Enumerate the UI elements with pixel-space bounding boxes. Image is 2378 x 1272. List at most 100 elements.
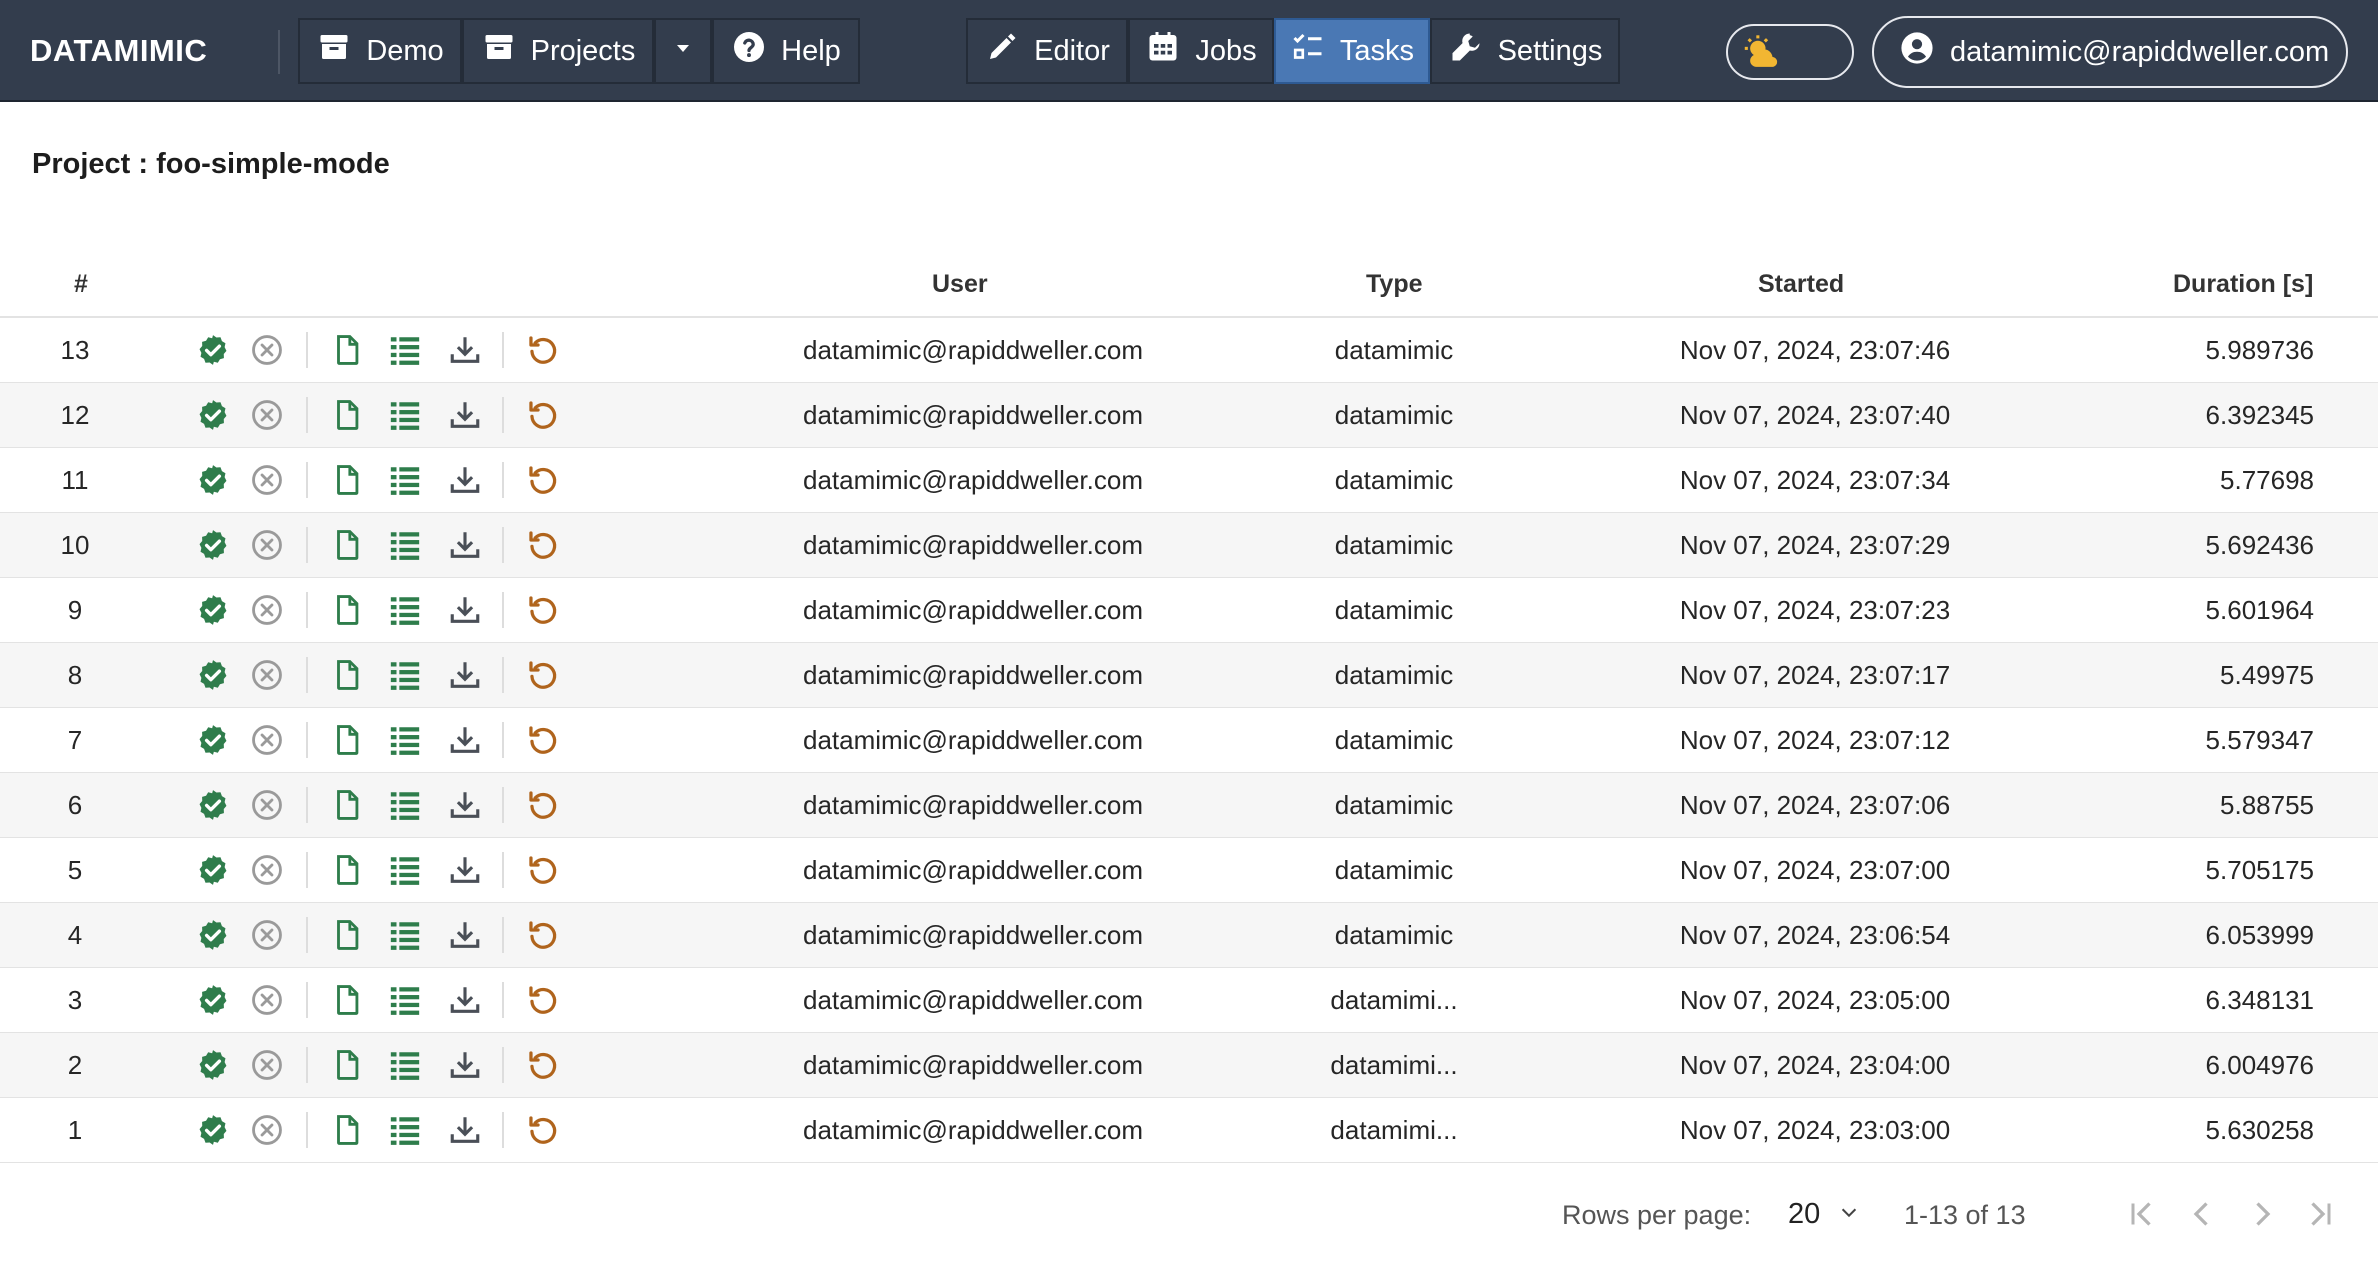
download-button[interactable] — [448, 463, 482, 497]
check-circle-button[interactable] — [196, 398, 230, 432]
check-circle-button[interactable] — [196, 593, 230, 627]
cancel-circle-button[interactable] — [250, 398, 284, 432]
header-number[interactable]: # — [74, 270, 88, 299]
table-row[interactable]: 1 datamimic@rapiddweller.com datamimi... No… — [0, 1098, 2378, 1163]
theme-toggle[interactable] — [1726, 24, 1854, 80]
nav-demo-button[interactable]: Demo — [298, 18, 462, 84]
file-button[interactable] — [330, 723, 364, 757]
rerun-button[interactable] — [526, 1048, 560, 1082]
table-row[interactable]: 7 datamimic@rapiddweller.com datamimic Nov … — [0, 708, 2378, 773]
cancel-circle-button[interactable] — [250, 853, 284, 887]
check-circle-button[interactable] — [196, 658, 230, 692]
cancel-circle-button[interactable] — [250, 463, 284, 497]
first-page-button[interactable] — [2124, 1196, 2160, 1232]
cancel-circle-button[interactable] — [250, 528, 284, 562]
list-button[interactable] — [388, 853, 422, 887]
table-row[interactable]: 11 datamimic@rapiddweller.com datamimic Nov… — [0, 448, 2378, 513]
cancel-circle-button[interactable] — [250, 983, 284, 1017]
list-button[interactable] — [388, 723, 422, 757]
list-button[interactable] — [388, 333, 422, 367]
list-button[interactable] — [388, 1113, 422, 1147]
table-row[interactable]: 13 datamimic@rapiddweller.com datamimic Nov… — [0, 318, 2378, 383]
rerun-button[interactable] — [526, 723, 560, 757]
download-button[interactable] — [448, 398, 482, 432]
rerun-button[interactable] — [526, 983, 560, 1017]
list-button[interactable] — [388, 788, 422, 822]
check-circle-button[interactable] — [196, 983, 230, 1017]
download-button[interactable] — [448, 528, 482, 562]
header-duration[interactable]: Duration [s] — [2173, 270, 2313, 299]
rerun-button[interactable] — [526, 918, 560, 952]
download-button[interactable] — [448, 658, 482, 692]
file-button[interactable] — [330, 398, 364, 432]
download-button[interactable] — [448, 983, 482, 1017]
nav-projects-button[interactable]: Projects — [462, 18, 654, 84]
list-button[interactable] — [388, 398, 422, 432]
cancel-circle-button[interactable] — [250, 1113, 284, 1147]
header-started[interactable]: Started — [1758, 270, 1844, 299]
rows-per-page-select[interactable]: 20 — [1788, 1192, 1860, 1236]
table-row[interactable]: 2 datamimic@rapiddweller.com datamimi... No… — [0, 1033, 2378, 1098]
list-button[interactable] — [388, 1048, 422, 1082]
file-button[interactable] — [330, 528, 364, 562]
file-button[interactable] — [330, 333, 364, 367]
cancel-circle-button[interactable] — [250, 788, 284, 822]
check-circle-button[interactable] — [196, 788, 230, 822]
rerun-button[interactable] — [526, 528, 560, 562]
cancel-circle-button[interactable] — [250, 1048, 284, 1082]
rerun-button[interactable] — [526, 463, 560, 497]
download-button[interactable] — [448, 593, 482, 627]
table-row[interactable]: 12 datamimic@rapiddweller.com datamimic Nov… — [0, 383, 2378, 448]
cancel-circle-button[interactable] — [250, 333, 284, 367]
list-button[interactable] — [388, 528, 422, 562]
download-button[interactable] — [448, 1113, 482, 1147]
nav-help-button[interactable]: Help — [712, 18, 860, 84]
check-circle-button[interactable] — [196, 463, 230, 497]
cancel-circle-button[interactable] — [250, 658, 284, 692]
rerun-button[interactable] — [526, 398, 560, 432]
check-circle-button[interactable] — [196, 1113, 230, 1147]
download-button[interactable] — [448, 788, 482, 822]
file-button[interactable] — [330, 788, 364, 822]
next-page-button[interactable] — [2244, 1196, 2280, 1232]
list-button[interactable] — [388, 918, 422, 952]
check-circle-button[interactable] — [196, 918, 230, 952]
list-button[interactable] — [388, 983, 422, 1017]
file-button[interactable] — [330, 918, 364, 952]
header-type[interactable]: Type — [1366, 270, 1423, 299]
file-button[interactable] — [330, 658, 364, 692]
tab-editor[interactable]: Editor — [966, 18, 1128, 84]
rerun-button[interactable] — [526, 593, 560, 627]
check-circle-button[interactable] — [196, 528, 230, 562]
rerun-button[interactable] — [526, 658, 560, 692]
app-brand[interactable]: DATAMIMIC — [30, 30, 207, 72]
list-button[interactable] — [388, 658, 422, 692]
previous-page-button[interactable] — [2184, 1196, 2220, 1232]
download-button[interactable] — [448, 1048, 482, 1082]
list-button[interactable] — [388, 463, 422, 497]
table-row[interactable]: 5 datamimic@rapiddweller.com datamimic Nov … — [0, 838, 2378, 903]
tab-settings[interactable]: Settings — [1430, 18, 1620, 84]
projects-dropdown-button[interactable] — [654, 18, 712, 84]
file-button[interactable] — [330, 463, 364, 497]
download-button[interactable] — [448, 723, 482, 757]
table-row[interactable]: 9 datamimic@rapiddweller.com datamimic Nov … — [0, 578, 2378, 643]
list-button[interactable] — [388, 593, 422, 627]
check-circle-button[interactable] — [196, 853, 230, 887]
rerun-button[interactable] — [526, 788, 560, 822]
user-account-button[interactable]: datamimic@rapiddweller.com — [1872, 16, 2348, 88]
tab-jobs[interactable]: Jobs — [1128, 18, 1274, 84]
check-circle-button[interactable] — [196, 1048, 230, 1082]
check-circle-button[interactable] — [196, 723, 230, 757]
file-button[interactable] — [330, 593, 364, 627]
file-button[interactable] — [330, 1113, 364, 1147]
table-row[interactable]: 10 datamimic@rapiddweller.com datamimic Nov… — [0, 513, 2378, 578]
header-user[interactable]: User — [932, 270, 988, 299]
table-row[interactable]: 4 datamimic@rapiddweller.com datamimic Nov … — [0, 903, 2378, 968]
download-button[interactable] — [448, 853, 482, 887]
download-button[interactable] — [448, 918, 482, 952]
check-circle-button[interactable] — [196, 333, 230, 367]
table-row[interactable]: 3 datamimic@rapiddweller.com datamimi... No… — [0, 968, 2378, 1033]
tab-tasks[interactable]: Tasks — [1274, 18, 1430, 84]
rerun-button[interactable] — [526, 1113, 560, 1147]
